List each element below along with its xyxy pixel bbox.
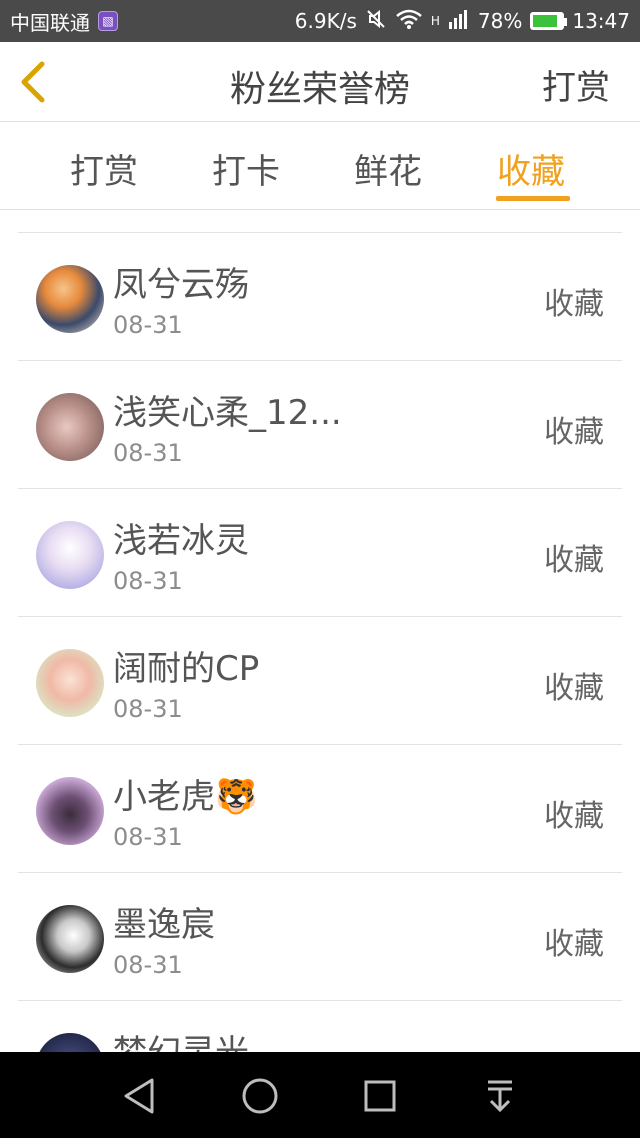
fan-name: 墨逸宸 [113,905,215,945]
list-item[interactable]: 浅若冰灵 08-31 收藏 [18,489,622,617]
top-bar: 粉丝荣誉榜 打赏 [0,42,640,122]
fan-action: 收藏 [544,543,604,578]
fan-name: 浅若冰灵 [113,521,249,561]
fan-date: 08-31 [113,823,183,851]
avatar[interactable] [36,777,104,845]
fan-list[interactable]: 凤兮云殇 08-31 收藏 浅笑心柔_12... 08-31 收藏 浅若冰灵 0… [18,232,622,1052]
clock: 13:47 [572,9,630,33]
battery-icon [530,12,568,30]
fan-name: 浅笑心柔_12... [113,393,342,433]
network-type-label: H [430,13,440,28]
list-item[interactable]: 浅笑心柔_12... 08-31 收藏 [18,361,622,489]
fan-action: 收藏 [544,799,604,834]
network-speed: 6.9K/s [294,9,357,33]
fan-name: 小老虎🐯 [113,777,258,817]
list-item[interactable]: 梦幻灵光 [18,1001,622,1052]
fan-action: 收藏 [544,415,604,450]
wifi-icon [395,8,423,35]
avatar[interactable] [36,1033,104,1052]
fan-name: 梦幻灵光 [113,1025,249,1052]
avatar[interactable] [36,521,104,589]
battery-percent: 78% [477,9,523,33]
tab-flowers[interactable]: 鲜花 [354,144,422,193]
avatar[interactable] [36,905,104,973]
status-bar: 中国联通 ▧ 6.9K/s H 78% 13:47 [0,0,640,42]
fan-name: 阔耐的CP [113,649,260,689]
reward-button[interactable]: 打赏 [542,60,610,109]
fan-action: 收藏 [544,287,604,322]
list-item[interactable]: 凤兮云殇 08-31 收藏 [18,233,622,361]
fan-date: 08-31 [113,439,183,467]
system-navigation-bar [0,1052,640,1138]
fan-action: 收藏 [544,927,604,962]
tab-reward[interactable]: 打赏 [70,144,138,193]
tab-favorites[interactable]: 收藏 [497,144,565,193]
tab-checkin[interactable]: 打卡 [212,144,280,193]
mute-icon [365,8,387,35]
gallery-notification-icon: ▧ [98,11,118,31]
avatar[interactable] [36,265,104,333]
list-item[interactable]: 墨逸宸 08-31 收藏 [18,873,622,1001]
fan-date: 08-31 [113,311,183,339]
avatar[interactable] [36,649,104,717]
nav-notification-pull-icon[interactable] [478,1074,522,1118]
carrier-label: 中国联通 [10,10,90,35]
nav-back-icon[interactable] [118,1074,162,1118]
fan-date: 08-31 [113,695,183,723]
fan-name: 凤兮云殇 [113,265,249,305]
list-item[interactable]: 阔耐的CP 08-31 收藏 [18,617,622,745]
fan-date: 08-31 [113,951,183,979]
avatar[interactable] [36,393,104,461]
nav-home-icon[interactable] [238,1074,282,1118]
nav-recents-icon[interactable] [358,1074,402,1118]
list-item[interactable]: 小老虎🐯 08-31 收藏 [18,745,622,873]
fan-date: 08-31 [113,567,183,595]
signal-icon [448,8,470,35]
active-tab-indicator [496,196,570,201]
fan-action: 收藏 [544,671,604,706]
